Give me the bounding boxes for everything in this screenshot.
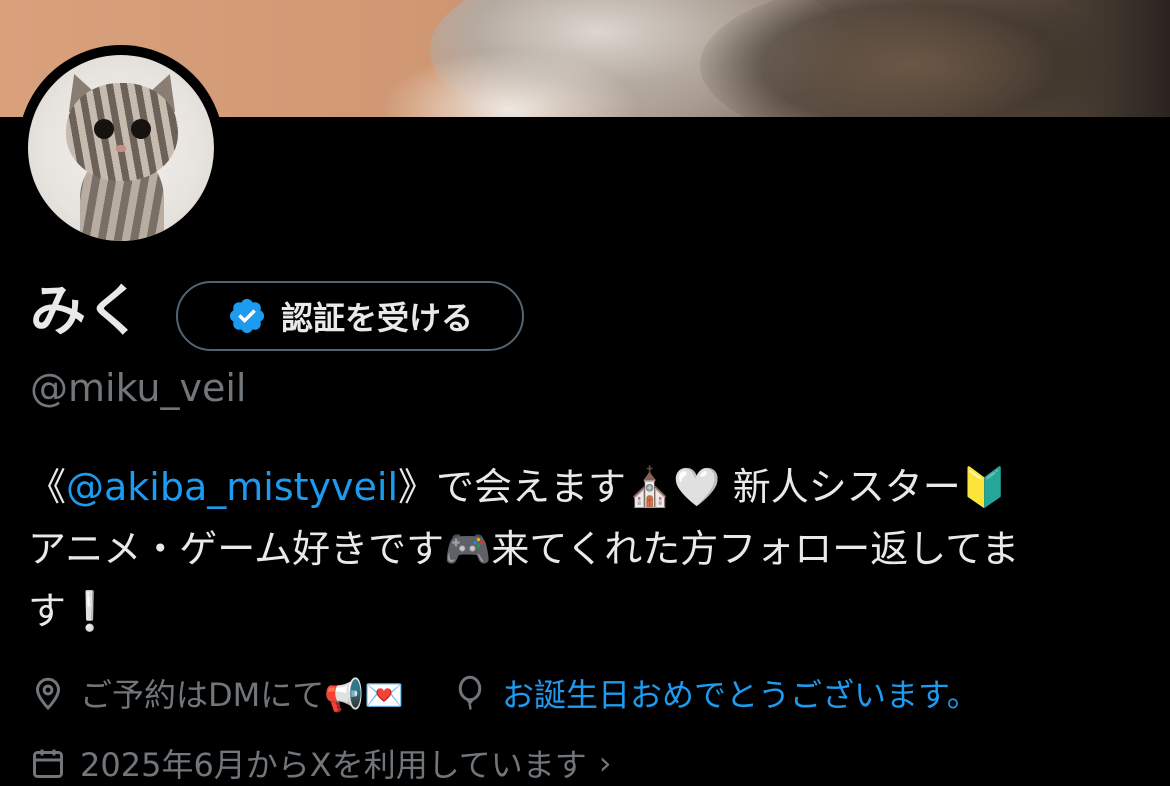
avatar-image — [28, 55, 214, 241]
profile-bio: 《@akiba_mistyveil》で会えます⛪🤍 新人シスター🔰 アニメ・ゲー… — [28, 456, 1158, 642]
bio-line-1: 《@akiba_mistyveil》で会えます⛪🤍 新人シスター🔰 — [28, 465, 1009, 509]
chevron-right-icon: › — [598, 744, 612, 782]
joined-date[interactable]: 2025年6月からXを利用しています › — [30, 740, 612, 786]
calendar-icon — [33, 749, 63, 778]
verified-badge-icon — [229, 298, 265, 334]
avatar[interactable] — [18, 45, 224, 251]
birthday-link[interactable]: お誕生日おめでとうございます。 — [502, 670, 979, 716]
get-verified-label: 認証を受ける — [280, 299, 473, 337]
bio-line-3: す❕ — [28, 589, 114, 633]
bio-line-2: アニメ・ゲーム好きです🎮来てくれた方フォロー返してま — [28, 527, 1020, 571]
location-pin-icon — [35, 677, 61, 711]
profile-meta: ご予約はDMにて📢💌 お誕生日おめでとうございます。 — [30, 668, 979, 718]
username-handle: @miku_veil — [30, 366, 247, 410]
location-text: ご予約はDMにて📢💌 — [80, 676, 404, 714]
display-name: みく — [30, 279, 142, 344]
balloon-icon — [458, 675, 482, 711]
get-verified-button[interactable]: 認証を受ける — [176, 281, 524, 351]
joined-text: 2025年6月からXを利用しています — [80, 746, 587, 784]
bio-mention-link[interactable]: @akiba_mistyveil — [66, 465, 398, 509]
